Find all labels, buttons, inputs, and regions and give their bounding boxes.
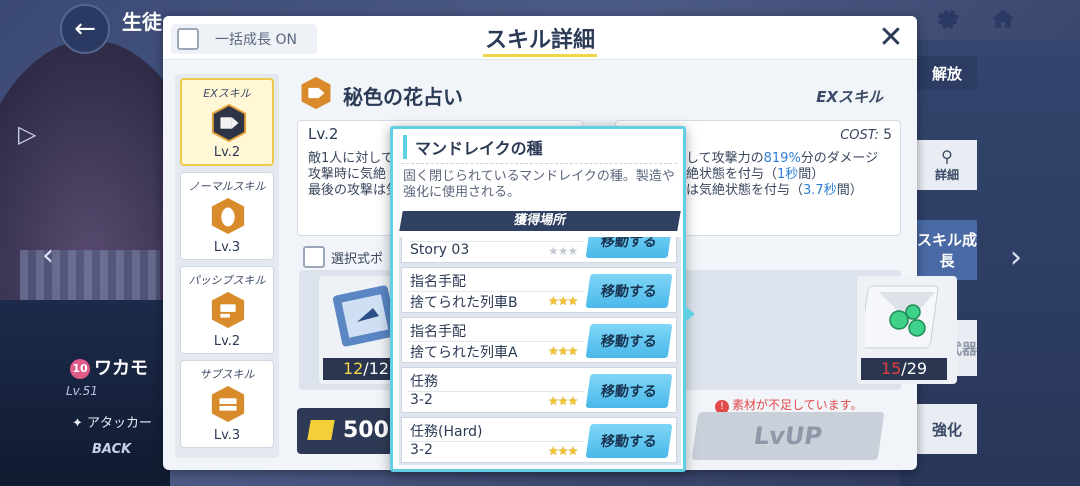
close-icon[interactable]: ✕ [873, 20, 909, 56]
character-name: 10 ワカモ [70, 354, 148, 380]
select-option-checkbox[interactable] [303, 246, 325, 268]
tab-passive-skill[interactable]: パッシブスキル Lv.2 [180, 266, 274, 354]
acquisition-item: 指名手配 捨てられた列車A ★★★ 移動する [401, 317, 677, 363]
star-rating: ★★★ [548, 344, 578, 358]
detail-button[interactable]: ⚲ 詳細 [917, 140, 977, 190]
skill-cost: COST: 5 [840, 127, 892, 143]
next-description-text: して攻撃力の819%分のダメージ 絶状態を付与（1秒間） は気絶状態を付与（3.… [686, 151, 879, 198]
tab-sub-skill[interactable]: サブスキル Lv.3 [180, 360, 274, 448]
move-button[interactable]: 移動する [585, 237, 673, 258]
ex-skill-icon [301, 76, 331, 110]
credit-icon [307, 420, 335, 440]
lvup-button[interactable]: LvUP [691, 412, 885, 460]
skill-growth-button[interactable]: スキル成長 [917, 220, 977, 280]
home-icon[interactable] [986, 4, 1020, 34]
bond-level-badge: 10 [70, 359, 90, 379]
move-button[interactable]: 移動する [585, 274, 673, 308]
skill-type: EXスキル [816, 88, 883, 106]
acquisition-item: Story 03 ★★★ 移動する [401, 237, 677, 263]
tab-level: Lv.3 [213, 428, 241, 443]
current-description-text: 敵1人に対して 攻撃時に気絶 最後の攻撃は気 [308, 151, 400, 198]
search-icon: ⚲ [941, 147, 953, 166]
ex-skill-icon [211, 104, 247, 142]
gear-icon[interactable] [930, 4, 964, 34]
star-rating: ★★★ [548, 444, 578, 458]
character-level: Lv.51 [66, 384, 98, 398]
enhance-button[interactable]: 強化 [917, 404, 977, 454]
title-underline [483, 54, 597, 57]
next-student-arrow-icon[interactable]: › [1010, 240, 1022, 275]
acquisition-item: 指名手配 捨てられた列車B ★★★ 移動する [401, 267, 677, 313]
tab-ex-skill[interactable]: EXスキル Lv.2 [180, 78, 274, 166]
share-icon[interactable]: ▷ [18, 120, 36, 148]
skill-name: 秘色の花占い [343, 85, 463, 109]
tab-level: Lv.3 [213, 240, 241, 255]
normal-skill-icon [211, 197, 245, 235]
top-title: 生徒 [122, 10, 162, 34]
tab-type-label: パッシブスキル [188, 274, 266, 287]
sub-skill-icon [211, 385, 245, 423]
acquisition-list[interactable]: Story 03 ★★★ 移動する 指名手配 捨てられた列車B ★★★ 移動する… [399, 237, 681, 465]
tab-level: Lv.2 [213, 145, 241, 160]
acquisition-item: 任務(Hard) 3-2 ★★★ 移動する [401, 417, 677, 463]
tab-normal-skill[interactable]: ノーマルスキル Lv.3 [180, 172, 274, 260]
star-rating: ★★★ [548, 394, 578, 408]
material-card-mandrake-seed[interactable]: 15/29 [857, 276, 957, 384]
acquisition-item: 任務 3-2 ★★★ 移動する [401, 367, 677, 413]
unlock-button[interactable]: 解放 [917, 56, 977, 90]
move-button[interactable]: 移動する [585, 324, 673, 358]
star-rating: ★★★ [548, 294, 578, 308]
tab-level: Lv.2 [213, 334, 241, 349]
character-name-text: ワカモ [94, 358, 148, 379]
back-arrow-icon[interactable]: ← [60, 4, 110, 54]
star-rating: ★★★ [548, 244, 578, 258]
dialog-header: 一括成長 ON スキル詳細 ✕ [163, 16, 917, 60]
back-label[interactable]: BACK [92, 442, 131, 457]
tab-type-label: サブスキル [199, 368, 255, 381]
passive-skill-icon [211, 291, 245, 329]
move-button[interactable]: 移動する [585, 424, 673, 458]
material-info-popup: マンドレイクの種 固く閉じられているマンドレイクの種。製造や強化に使用される。 … [390, 126, 686, 472]
move-button[interactable]: 移動する [585, 374, 673, 408]
skill-tab-list: EXスキル Lv.2 ノーマルスキル Lv.3 パッシブスキル Lv.2 サブス… [175, 74, 279, 458]
material-count: 15/29 [861, 358, 947, 380]
mandrake-seed-icon [865, 285, 939, 349]
popup-description: 固く閉じられているマンドレイクの種。製造や強化に使用される。 [403, 169, 675, 200]
character-role: ✦ アタッカー [72, 416, 153, 431]
popup-title: マンドレイクの種 [403, 135, 543, 159]
select-option-label: 選択式ポ [331, 252, 384, 267]
acquisition-header: 獲得場所 [399, 211, 681, 231]
prev-student-arrow-icon[interactable]: ‹ [42, 238, 54, 273]
skill-name-row: 秘色の花占い EXスキル [299, 76, 901, 112]
popup-pointer-icon [685, 306, 695, 322]
tab-type-label: ノーマルスキル [188, 180, 266, 193]
tab-type-label: EXスキル [203, 87, 251, 100]
dialog-title: スキル詳細 [484, 28, 595, 53]
popup-divider [401, 163, 677, 164]
current-level: Lv.2 [308, 125, 339, 143]
